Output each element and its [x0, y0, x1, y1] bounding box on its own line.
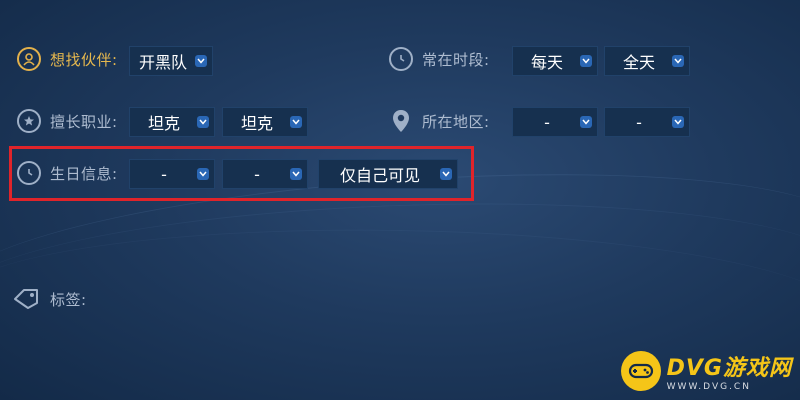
birthday-month-dropdown[interactable]: - — [129, 159, 215, 189]
partner-dropdown[interactable]: 开黑队 — [129, 46, 213, 76]
tag-icon — [13, 287, 41, 311]
chevron-down-icon — [440, 168, 452, 180]
chevron-down-icon — [580, 55, 592, 67]
tags-label: 标签: — [50, 290, 87, 309]
partner-label: 想找伙伴: — [50, 50, 118, 69]
role-label: 擅长职业: — [50, 112, 118, 131]
time-span-dropdown[interactable]: 全天 — [604, 46, 690, 76]
watermark-title: DVG游戏网 — [666, 356, 792, 381]
gamepad-icon — [620, 351, 661, 391]
partner-field: 想找伙伴: — [17, 47, 118, 71]
user-circle-icon — [17, 47, 41, 71]
chevron-down-icon — [290, 168, 302, 180]
chevron-down-icon — [195, 55, 207, 67]
chevron-down-icon — [290, 116, 302, 128]
chevron-down-icon — [672, 116, 684, 128]
clock-icon — [389, 47, 413, 71]
role-second-dropdown[interactable]: 坦克 — [222, 107, 308, 137]
birthday-label: 生日信息: — [50, 164, 118, 183]
birthday-field: 生日信息: — [17, 161, 118, 185]
role-first-dropdown[interactable]: 坦克 — [129, 107, 215, 137]
star-icon — [17, 109, 41, 133]
chevron-down-icon — [197, 116, 209, 128]
birthday-visibility-dropdown[interactable]: 仅自己可见 — [318, 159, 458, 189]
region-province-dropdown[interactable]: - — [512, 107, 598, 137]
region-city-dropdown[interactable]: - — [604, 107, 690, 137]
time-day-dropdown[interactable]: 每天 — [512, 46, 598, 76]
birthday-visibility-value: 仅自己可见 — [339, 166, 420, 185]
region-field: 所在地区: — [389, 109, 490, 133]
chevron-down-icon — [197, 168, 209, 180]
role-field: 擅长职业: — [17, 109, 118, 133]
time-field: 常在时段: — [389, 47, 490, 71]
location-pin-icon — [389, 109, 413, 133]
clock-icon — [17, 161, 41, 185]
watermark-subtitle: WWW.DVG.CN — [666, 382, 751, 392]
chevron-down-icon — [580, 116, 592, 128]
birthday-day-dropdown[interactable]: - — [222, 159, 308, 189]
region-label: 所在地区: — [422, 112, 490, 131]
time-label: 常在时段: — [422, 50, 490, 69]
tags-field: 标签: — [13, 287, 87, 311]
watermark: DVG游戏网 WWW.DVG.CN — [620, 350, 792, 392]
chevron-down-icon — [672, 55, 684, 67]
